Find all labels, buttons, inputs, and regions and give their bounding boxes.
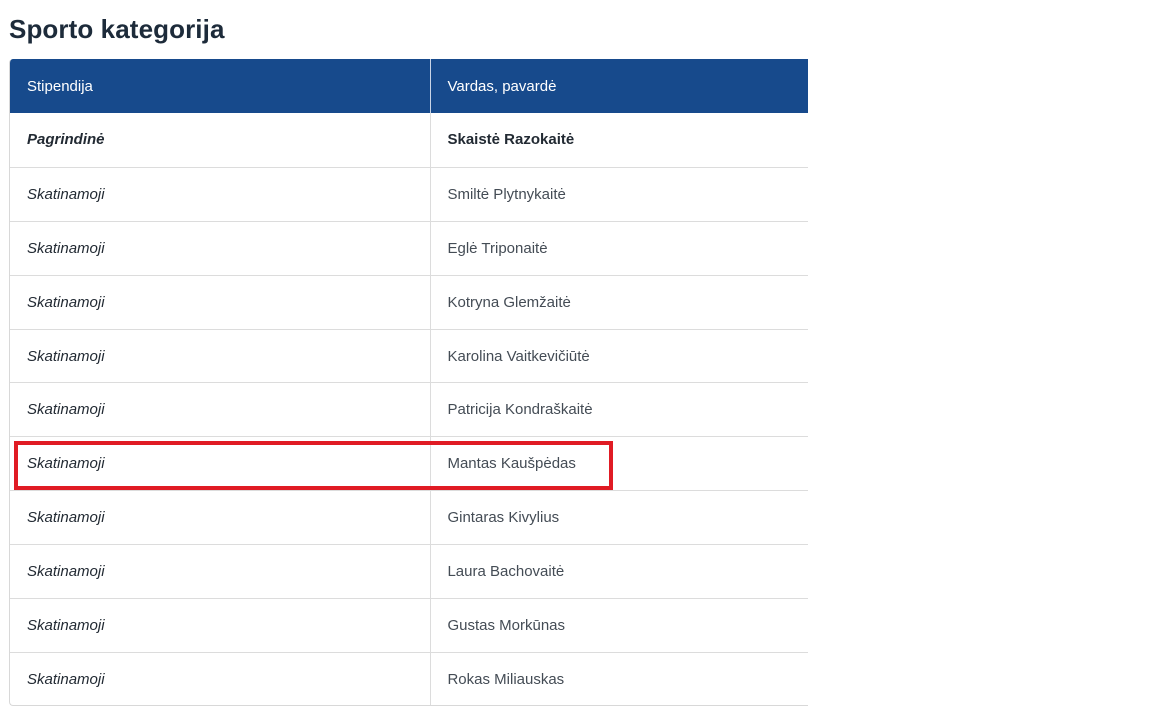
vardas-cell: Karolina Vaitkevičiūtė bbox=[447, 347, 590, 365]
page: Sporto kategorija Stipendija Vardas, pav… bbox=[0, 0, 1152, 707]
table-row: Pagrindinė Skaistė Razokaitė bbox=[10, 113, 808, 167]
stipendija-cell: Skatinamoji bbox=[10, 383, 432, 437]
stipendija-cell: Skatinamoji bbox=[10, 275, 432, 329]
table-row: Skatinamoji Eglė Triponaitė bbox=[10, 220, 808, 275]
section-title: Sporto kategorija bbox=[9, 14, 225, 44]
stipendija-cell: Skatinamoji bbox=[10, 167, 432, 221]
table-row: Skatinamoji Laura Bachovaitė bbox=[10, 544, 808, 599]
table-header: Stipendija Vardas, pavardė bbox=[10, 59, 808, 113]
vardas-cell: Smiltė Plytnykaitė bbox=[447, 185, 566, 203]
table-row: Skatinamoji Gintaras Kivylius bbox=[10, 490, 808, 545]
stipendija-cell: Skatinamoji bbox=[10, 545, 432, 599]
stipendija-cell: Skatinamoji bbox=[10, 221, 432, 275]
table-row: Skatinamoji Patricija Kondraškaitė bbox=[10, 382, 808, 437]
vardas-cell: Gustas Morkūnas bbox=[447, 616, 566, 634]
vardas-cell: Laura Bachovaitė bbox=[447, 563, 565, 581]
stipendija-cell: Skatinamoji bbox=[10, 437, 432, 491]
stipendija-cell: Pagrindinė bbox=[10, 113, 432, 167]
vardas-cell: Eglė Triponaitė bbox=[447, 239, 548, 257]
table-row: Skatinamoji Gustas Morkūnas bbox=[10, 598, 808, 652]
scholarship-table: Stipendija Vardas, pavardė Pagrindinė Sk… bbox=[9, 59, 808, 706]
stipendija-cell: Skatinamoji bbox=[10, 599, 432, 652]
table-row: Skatinamoji Karolina Vaitkevičiūtė bbox=[10, 328, 808, 383]
stipendija-cell: Skatinamoji bbox=[10, 652, 432, 705]
table-body: Pagrindinė Skaistė Razokaitė Skatinamoji… bbox=[10, 113, 808, 705]
stipendija-cell: Skatinamoji bbox=[10, 329, 432, 383]
column-header-stipendija: Stipendija bbox=[10, 59, 432, 113]
table-row-highlighted: Skatinamoji Mantas Kaušpėdas bbox=[10, 436, 808, 491]
vardas-cell: Kotryna Glemžaitė bbox=[447, 293, 571, 311]
vardas-cell: Patricija Kondraškaitė bbox=[447, 401, 593, 419]
vardas-cell: Gintaras Kivylius bbox=[447, 509, 560, 527]
stipendija-cell: Skatinamoji bbox=[10, 491, 432, 545]
table-row: Skatinamoji Kotryna Glemžaitė bbox=[10, 274, 808, 329]
vardas-cell: Skaistė Razokaitė bbox=[447, 131, 575, 149]
column-header-vardas: Vardas, pavardė bbox=[447, 77, 557, 95]
table-row: Skatinamoji Rokas Miliauskas bbox=[10, 651, 808, 705]
vardas-cell: Rokas Miliauskas bbox=[447, 670, 565, 688]
vardas-cell: Mantas Kaušpėdas bbox=[447, 455, 576, 473]
table-row: Skatinamoji Smiltė Plytnykaitė bbox=[10, 166, 808, 221]
